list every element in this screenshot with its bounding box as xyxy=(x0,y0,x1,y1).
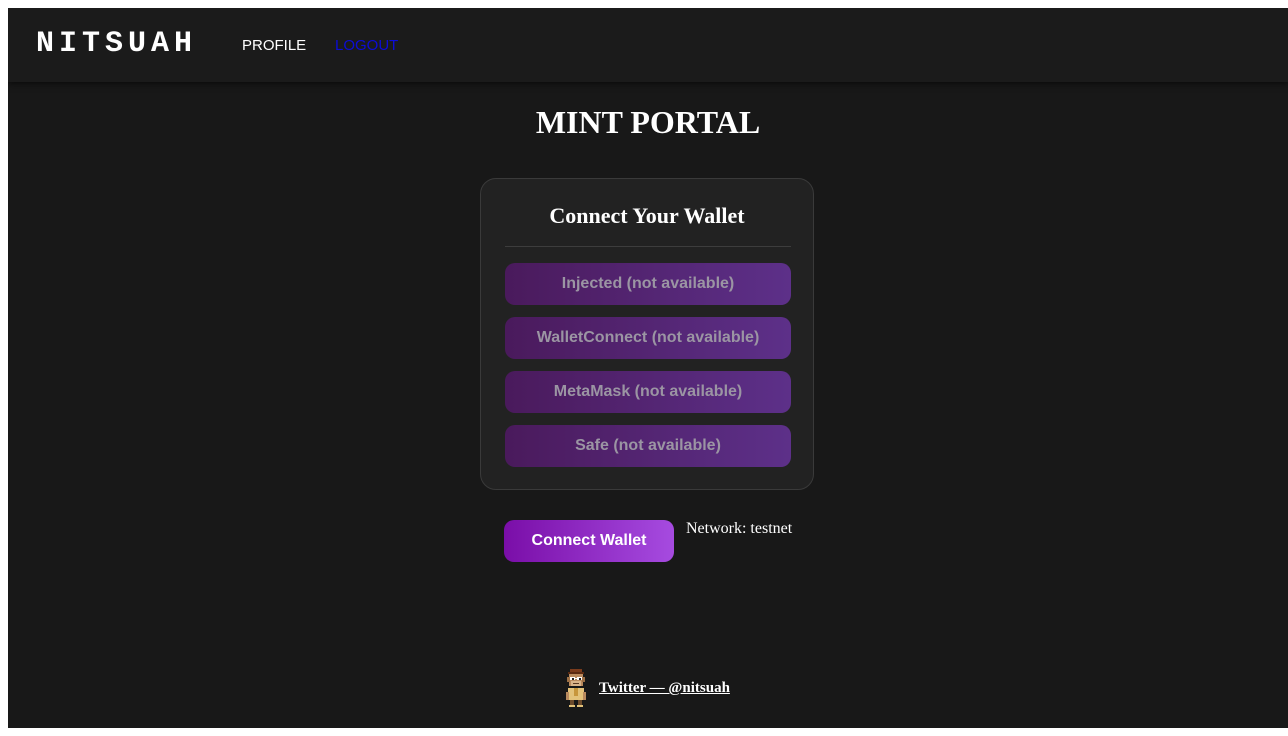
connect-wallet-card: Connect Your Wallet Injected (not availa… xyxy=(480,178,814,490)
card-title: Connect Your Wallet xyxy=(549,203,745,228)
wallet-option-injected[interactable]: Injected (not available) xyxy=(505,263,791,305)
nav-link-profile[interactable]: PROFILE xyxy=(242,37,306,55)
card-divider xyxy=(505,246,791,247)
connect-wallet-button[interactable]: Connect Wallet xyxy=(504,520,674,562)
wallet-option-metamask[interactable]: MetaMask (not available) xyxy=(505,371,791,413)
page-title: MINT PORTAL xyxy=(535,104,761,140)
wallet-option-safe[interactable]: Safe (not available) xyxy=(505,425,791,467)
navbar: NITSUAH PROFILE LOGOUT xyxy=(8,8,1288,82)
twitter-link[interactable]: Twitter — @nitsuah xyxy=(599,679,730,697)
pixel-ape-avatar-icon xyxy=(566,669,586,707)
app-frame: NITSUAH PROFILE LOGOUT MINT PORTAL Conne… xyxy=(8,8,1288,728)
site-logo[interactable]: NITSUAH xyxy=(36,27,197,61)
nav-link-logout[interactable]: LOGOUT xyxy=(335,37,398,55)
wallet-option-walletconnect[interactable]: WalletConnect (not available) xyxy=(505,317,791,359)
network-status: Network: testnet xyxy=(686,520,793,537)
